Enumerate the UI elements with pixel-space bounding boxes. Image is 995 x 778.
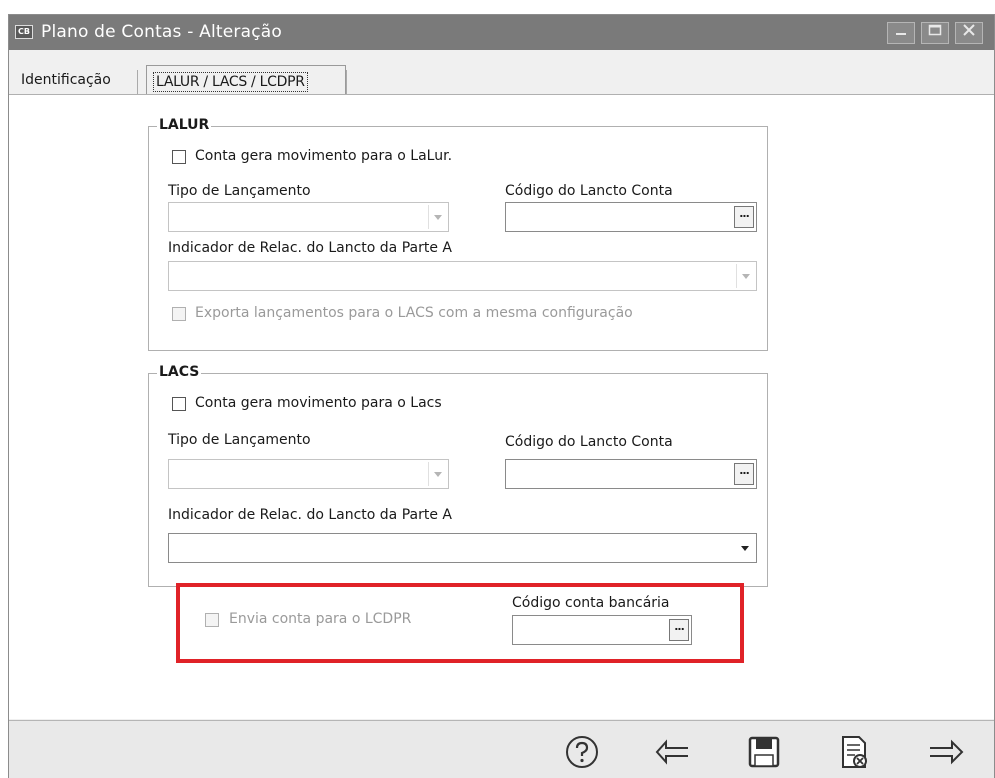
lacs-gera-movimento-label: Conta gera movimento para o Lacs [195,395,442,411]
lalur-group: LALUR Conta gera movimento para o LaLur.… [148,117,768,351]
cancel-document-icon[interactable] [835,733,873,771]
lalur-group-title: LALUR [157,117,212,133]
lacs-group-title: LACS [157,364,202,380]
lalur-exporta-checkbox[interactable] [172,307,186,321]
tab-lalur-label: LALUR / LACS / LCDPR [153,72,308,92]
bottom-toolbar [9,720,994,778]
forward-arrow-icon[interactable] [927,733,965,771]
lalur-gera-movimento-checkbox[interactable] [172,150,186,164]
lacs-indicador-label: Indicador de Relac. do Lancto da Parte A [168,507,452,523]
lacs-tipo-select[interactable] [168,459,449,489]
lalur-codigo-input[interactable]: ... [505,202,757,232]
lacs-gera-movimento-checkbox[interactable] [172,397,186,411]
tab-separator [346,70,347,94]
minimize-icon[interactable] [887,22,915,44]
lcdpr-highlight-box [176,583,744,663]
maximize-icon[interactable] [921,22,949,44]
lookup-button[interactable]: ... [734,206,754,228]
chevron-down-icon[interactable] [428,462,446,486]
lacs-codigo-input[interactable]: ... [505,459,757,489]
chevron-down-icon[interactable] [736,264,754,288]
window-title: Plano de Contas - Alteração [41,22,283,42]
lacs-indicador-select[interactable] [168,533,757,563]
close-icon[interactable] [955,22,983,44]
lalur-gera-movimento-label: Conta gera movimento para o LaLur. [195,148,453,164]
save-icon[interactable] [745,733,783,771]
tab-separator [137,70,138,94]
tab-lalur-lacs-lcdpr[interactable]: LALUR / LACS / LCDPR [146,65,346,95]
title-bar: CB Plano de Contas - Alteração [9,15,994,50]
lalur-tipo-select[interactable] [168,202,449,232]
lalur-tipo-label: Tipo de Lançamento [168,183,311,199]
chevron-down-icon[interactable] [736,536,754,560]
lalur-indicador-label: Indicador de Relac. do Lancto da Parte A [168,240,452,256]
lalur-indicador-select[interactable] [168,261,757,291]
app-icon: CB [15,25,33,39]
help-icon[interactable] [563,733,601,771]
plano-de-contas-window: CB Plano de Contas - Alteração Identific… [8,14,995,778]
chevron-down-icon[interactable] [428,205,446,229]
lacs-group: LACS Conta gera movimento para o Lacs Ti… [148,364,768,587]
lacs-codigo-label: Código do Lancto Conta [505,434,673,450]
lookup-button[interactable]: ... [734,463,754,485]
back-arrow-icon[interactable] [654,733,692,771]
lacs-tipo-label: Tipo de Lançamento [168,432,311,448]
lalur-exporta-label: Exporta lançamentos para o LACS com a me… [195,305,633,321]
lalur-codigo-label: Código do Lancto Conta [505,183,673,199]
